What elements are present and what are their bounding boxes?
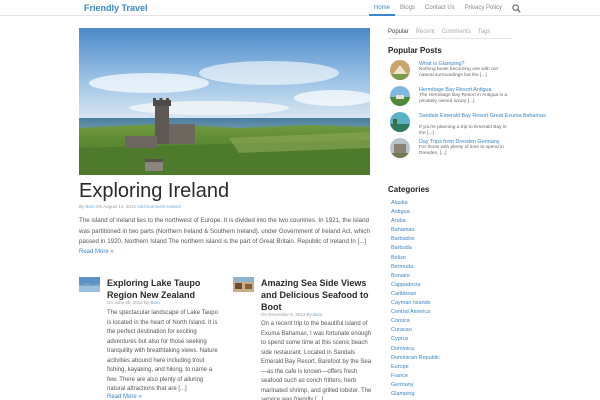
card-meta-author[interactable]: Bum [151,300,160,305]
tab-recent[interactable]: Recent [416,29,442,38]
header-bar: Friendly Travel Home Blogs Contact Us Pr… [0,0,600,16]
search-icon[interactable] [512,4,521,13]
nav-contact[interactable]: Contact Us [420,0,460,16]
featured-read-more-link[interactable]: Read More » [79,249,114,255]
meta-author[interactable]: Bum [86,204,95,209]
popular-post-title[interactable]: Sandals Emerald Bay Resort Great Exuma B… [419,113,546,119]
popular-post-excerpt: Nothing beats becoming one with our natu… [419,67,499,78]
category-link[interactable]: Bonaire [391,272,440,281]
main-nav: Home Blogs Contact Us Privacy Policy [369,0,507,16]
category-link[interactable]: Central America [391,308,440,317]
popular-post-item[interactable]: What is Glamping? Nothing beats becoming… [390,60,514,82]
meta-tags[interactable]: Ireland [167,204,181,209]
popular-post-item[interactable]: Sandals Emerald Bay Resort Great Exuma B… [390,112,546,136]
meta-comments[interactable]: Add Comment [137,204,166,209]
featured-post-title[interactable]: Exploring Ireland [79,180,229,203]
popular-post-excerpt: If you're planning a trip to Emerald Bay… [419,125,507,136]
category-link[interactable]: Dominican Republic [391,354,440,363]
card-excerpt-lake-taupo: The spectacular landscape of Lake Taupo … [107,310,218,392]
popular-post-item[interactable]: Day Trips from Dresden Germany For those… [390,138,514,160]
popular-post-thumbnail[interactable] [390,86,410,106]
featured-image[interactable] [79,28,370,175]
card-meta-sea-side: On December 6, 2013 By Bum [261,312,322,317]
category-link[interactable]: Aruba [391,217,440,226]
card-meta-date: On December 6, 2013 By [261,312,312,317]
category-link[interactable]: Barbuda [391,244,440,253]
tab-popular[interactable]: Popular [388,29,416,38]
category-link[interactable]: Bermuda [391,263,440,272]
tab-tags[interactable]: Tags [478,29,498,38]
popular-posts-heading: Popular Posts [388,46,442,55]
card-excerpt-sea-side: On a recent trip to the beautiful island… [261,321,372,400]
featured-post-meta: By Bum On August 14, 2014 Add Comment Ir… [79,204,181,209]
meta-date: On August 14, 2014 [96,204,136,209]
category-link[interactable]: Cyprus [391,335,440,344]
popular-post-thumbnail[interactable] [390,112,410,132]
categories-heading: Categories [388,185,430,194]
category-link[interactable]: Corsica [391,317,440,326]
meta-by: By [79,204,85,209]
nav-privacy[interactable]: Privacy Policy [460,0,507,16]
card-thumbnail-lake-taupo[interactable] [79,277,100,292]
nav-blogs[interactable]: Blogs [395,0,420,16]
card-thumbnail-sea-side[interactable] [233,277,254,292]
category-link[interactable]: Glamping [391,390,440,399]
featured-post-excerpt: The island of Ireland lies to the northw… [79,217,370,246]
popular-post-thumbnail[interactable] [390,138,410,158]
category-link[interactable]: Caribbean [391,290,440,299]
category-link[interactable]: Belize [391,254,440,263]
category-link[interactable]: Europe [391,363,440,372]
nav-home[interactable]: Home [369,0,396,16]
card-read-more-lake-taupo[interactable]: Read More » [107,394,142,400]
categories-list: Alaska Antigua Aruba Bahamas Barbados Ba… [391,199,440,399]
category-link[interactable]: Curacao [391,326,440,335]
card-meta-author[interactable]: Bum [313,312,322,317]
tab-comments[interactable]: Comments [442,29,478,38]
card-meta-date: On June 30, 2014 By [107,300,150,305]
category-link[interactable]: Antigua [391,208,440,217]
category-link[interactable]: Bahamas [391,226,440,235]
sidebar-tabs: Popular Recent Comments Tags [388,29,512,39]
card-meta-lake-taupo: On June 30, 2014 By Bum [107,300,160,305]
category-link[interactable]: Dominica [391,345,440,354]
category-link[interactable]: Germany [391,381,440,390]
popular-post-excerpt: The Hermitage Bay Resort in Antigua is a… [419,93,507,104]
popular-post-thumbnail[interactable] [390,60,410,80]
popular-post-excerpt: For those with plenty of time to spend i… [419,145,504,156]
popular-post-item[interactable]: Hermitage Bay Resort Antigua The Hermita… [390,86,514,108]
card-title-sea-side[interactable]: Amazing Sea Side Views and Delicious Sea… [261,277,373,313]
category-link[interactable]: France [391,372,440,381]
card-title-lake-taupo[interactable]: Exploring Lake Taupo Region New Zealand [107,277,222,301]
category-link[interactable]: Barbados [391,235,440,244]
category-link[interactable]: Cayman Islands [391,299,440,308]
category-link[interactable]: Alaska [391,199,440,208]
site-logo[interactable]: Friendly Travel [84,3,148,13]
category-link[interactable]: Cappadocia [391,281,440,290]
